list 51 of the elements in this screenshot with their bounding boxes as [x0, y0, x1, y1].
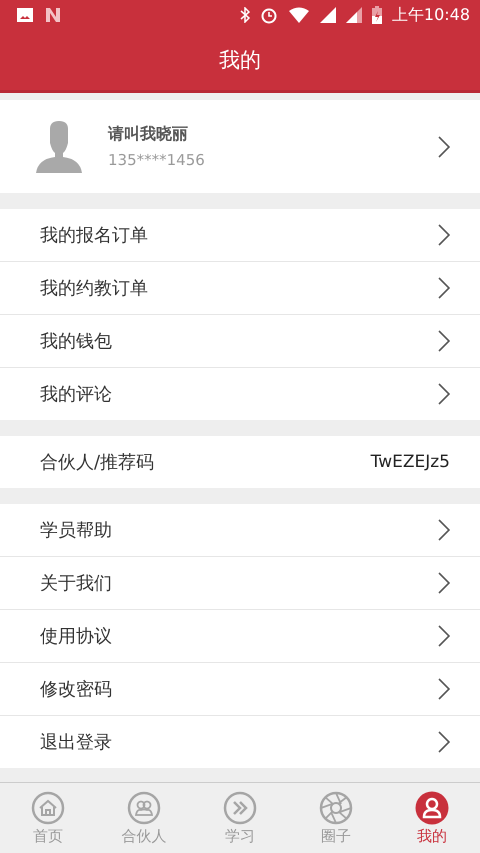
battery-icon [372, 6, 382, 24]
avatar-icon [36, 120, 82, 172]
menu-item[interactable]: 我的报名订单 [0, 209, 480, 262]
person-icon [415, 790, 449, 824]
menu-label: 我的报名订单 [40, 224, 149, 247]
house-icon [31, 790, 65, 824]
signal-icon [346, 7, 362, 23]
menu-label: 我的约教订单 [40, 277, 149, 300]
aperture-icon [319, 790, 353, 824]
menu-item[interactable]: 学员帮助 [0, 504, 480, 557]
menu-item[interactable]: 我的约教订单 [0, 262, 480, 315]
people-icon [127, 790, 161, 824]
chevron-icon [438, 519, 450, 541]
menu-item[interactable]: 使用协议 [0, 610, 480, 663]
menu-label: 合伙人/推荐码 [40, 451, 156, 474]
n-logo-icon [44, 7, 62, 23]
page-title: 我的 [219, 47, 261, 74]
menu-item[interactable]: 我的钱包 [0, 315, 480, 368]
chevron-icon [438, 383, 450, 405]
menu-item[interactable]: 关于我们 [0, 557, 480, 610]
menu-label: 退出登录 [40, 731, 113, 754]
menu-label: 学员帮助 [40, 519, 113, 542]
status-time: 上午10:48 [392, 4, 470, 26]
alarm-icon [260, 6, 278, 24]
image-icon [16, 7, 34, 23]
menu-label: 我的评论 [40, 383, 113, 406]
chevron-icon [438, 224, 450, 246]
menu-label: 关于我们 [40, 572, 113, 595]
tab[interactable]: 我的 [384, 783, 480, 853]
menu-label: 我的钱包 [40, 330, 113, 353]
menu-item[interactable]: 退出登录 [0, 716, 480, 768]
menu-item[interactable]: 修改密码 [0, 663, 480, 716]
double-chevron-icon [223, 790, 257, 824]
user-phone: 135****1456 [108, 151, 206, 169]
profile-card[interactable]: 请叫我晓丽 135****1456 [0, 100, 480, 193]
bluetooth-icon [240, 7, 250, 23]
referral-code: TwEZEJz5 [370, 452, 450, 472]
chevron-icon [438, 277, 450, 299]
menu-item[interactable]: 我的评论 [0, 368, 480, 420]
chevron-icon [438, 330, 450, 352]
chevron-icon [438, 678, 450, 700]
chevron-icon [438, 731, 450, 753]
wifi-icon [288, 7, 310, 23]
menu-label: 修改密码 [40, 678, 113, 701]
chevron-icon [438, 625, 450, 647]
menu-item[interactable]: 合伙人/推荐码 TwEZEJz5 [0, 436, 480, 488]
chevron-icon [438, 136, 450, 158]
chevron-icon [438, 572, 450, 594]
menu-label: 使用协议 [40, 625, 113, 648]
signal-icon [320, 7, 336, 23]
user-name: 请叫我晓丽 [108, 124, 189, 145]
